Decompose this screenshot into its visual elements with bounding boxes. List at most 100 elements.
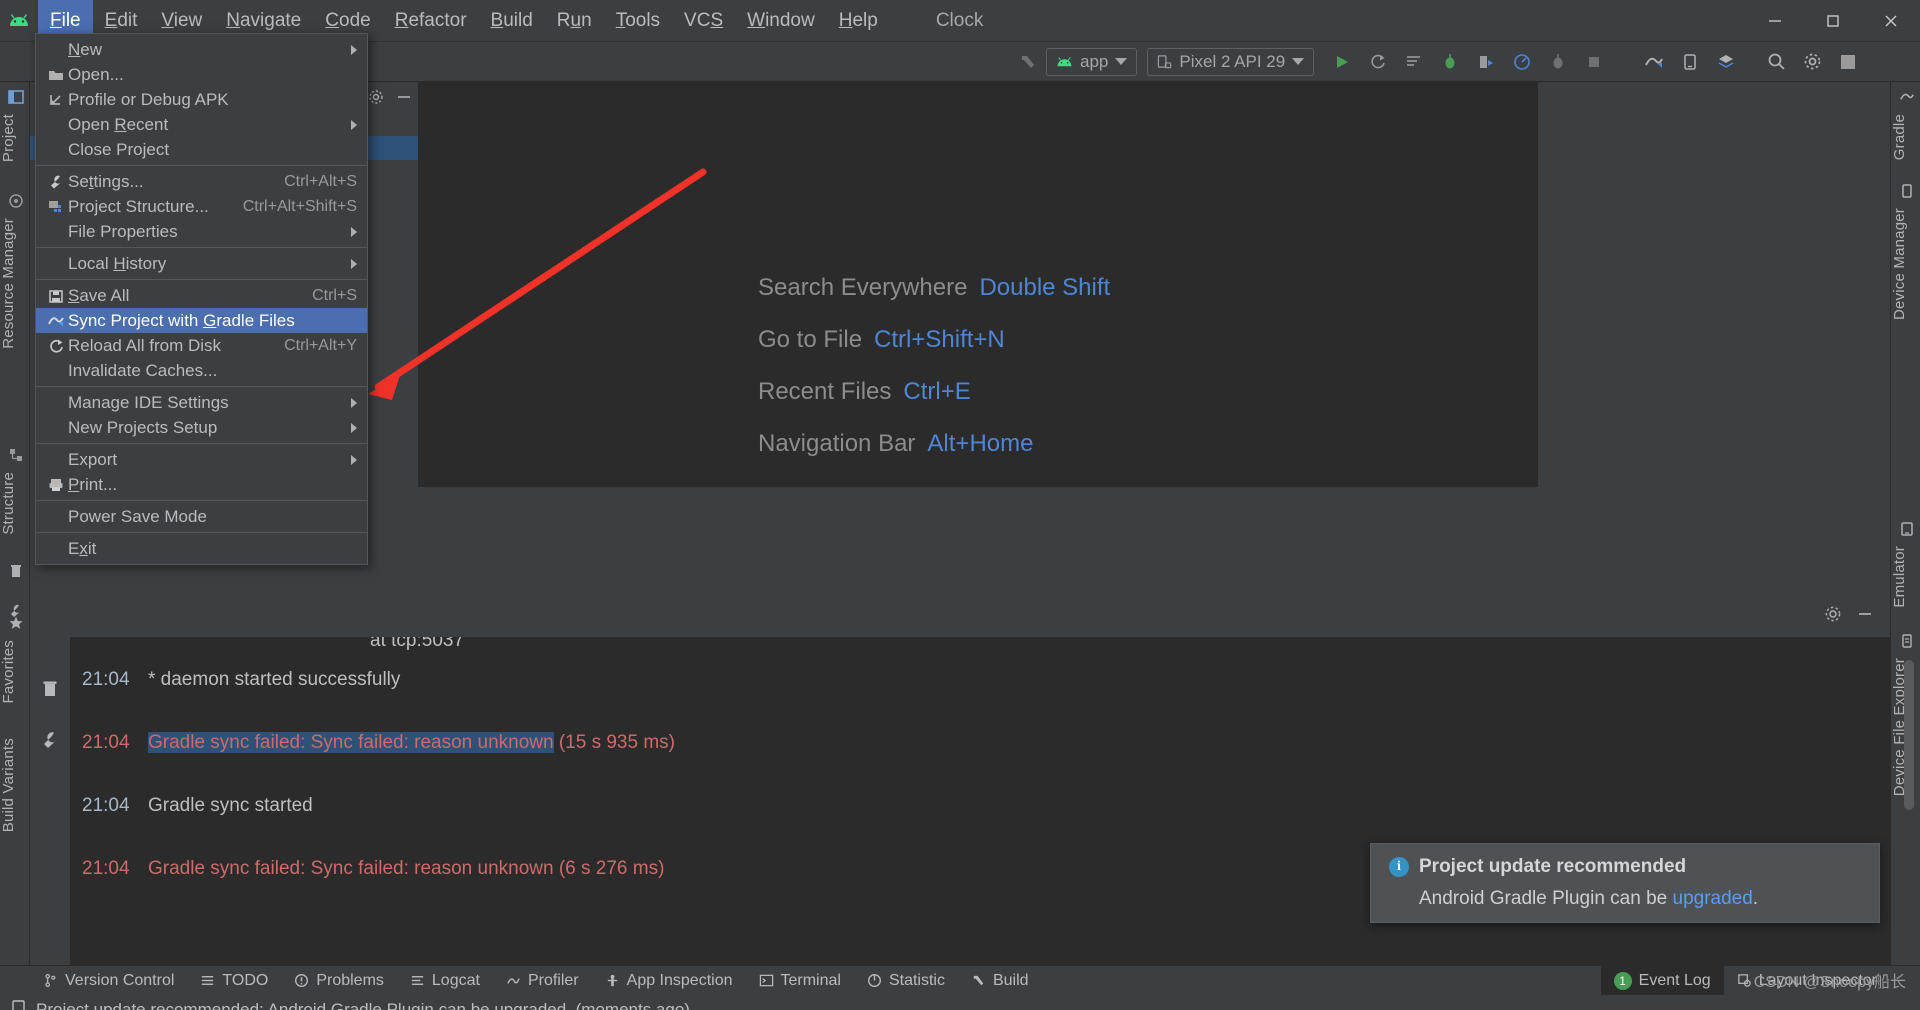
debug-icon[interactable] xyxy=(1433,47,1467,77)
project-settings-icon[interactable] xyxy=(368,89,384,110)
structure-icon[interactable] xyxy=(5,444,27,466)
sidebar-item-gradle[interactable]: Gradle xyxy=(1891,108,1920,166)
tool-window-profiler[interactable]: Profiler xyxy=(493,966,592,996)
device-manager-icon[interactable] xyxy=(1896,180,1918,202)
file-menu-item-project-structure[interactable]: Project Structure...Ctrl+Alt+Shift+S xyxy=(36,194,367,219)
tool-window-todo[interactable]: TODO xyxy=(187,966,281,996)
console-scrollbar-thumb[interactable] xyxy=(1904,660,1914,810)
device-file-explorer-icon[interactable] xyxy=(1896,630,1918,652)
wrench-icon[interactable] xyxy=(40,730,60,755)
left-tool-strip: Project Resource Manager Structure Favor… xyxy=(0,82,30,965)
file-menu-item-exit[interactable]: Exit xyxy=(36,536,367,561)
menu-refactor[interactable]: Refactor xyxy=(383,0,479,42)
project-panel-icon[interactable] xyxy=(5,86,27,108)
tool-window-statistic[interactable]: Statistic xyxy=(854,966,958,996)
build-settings-gear-icon[interactable] xyxy=(1824,605,1842,628)
reload-icon xyxy=(44,338,68,354)
avd-manager-icon[interactable] xyxy=(1673,47,1707,77)
tool-window-app-inspection[interactable]: App Inspection xyxy=(592,966,746,996)
menu-help[interactable]: Help xyxy=(827,0,890,42)
tool-window-version-control[interactable]: Version Control xyxy=(30,966,187,996)
terminal-icon xyxy=(759,973,774,988)
file-menu-item-export[interactable]: Export xyxy=(36,447,367,472)
sidebar-item-device-manager[interactable]: Device Manager xyxy=(1891,202,1920,326)
run-icon[interactable] xyxy=(1325,47,1359,77)
sync-gradle-icon[interactable] xyxy=(1637,47,1671,77)
file-menu-item-file-properties[interactable]: File Properties xyxy=(36,219,367,244)
sdk-manager-icon[interactable] xyxy=(1709,47,1743,77)
tool-window-build[interactable]: Build xyxy=(958,966,1042,996)
apply-changes-icon[interactable] xyxy=(1397,47,1431,77)
rerun-icon[interactable] xyxy=(1361,47,1395,77)
tool-window-event-log[interactable]: 1Event Log xyxy=(1601,966,1724,996)
file-menu-item-save-all[interactable]: Save AllCtrl+S xyxy=(36,283,367,308)
hammer-icon[interactable] xyxy=(1011,47,1045,77)
attach-debugger-icon[interactable] xyxy=(1469,47,1503,77)
menu-window[interactable]: Window xyxy=(735,0,827,42)
project-minimize-icon[interactable] xyxy=(396,89,412,110)
console-scrollbar[interactable] xyxy=(1904,660,1914,950)
log-message-selection[interactable]: Gradle sync failed: Sync failed: reason … xyxy=(148,732,554,753)
sidebar-item-emulator[interactable]: Emulator xyxy=(1891,540,1920,614)
close-button[interactable] xyxy=(1862,0,1920,42)
stop-icon[interactable] xyxy=(1577,47,1611,77)
shortcut-key: Ctrl+E xyxy=(903,378,970,406)
sidebar-item-resource-manager[interactable]: Resource Manager xyxy=(0,212,30,355)
android-head-icon xyxy=(1056,56,1073,68)
project-icon[interactable] xyxy=(1831,47,1865,77)
trash-icon[interactable] xyxy=(40,679,60,704)
file-menu-item-open[interactable]: Open... xyxy=(36,62,367,87)
file-menu-item-print[interactable]: Print... xyxy=(36,472,367,497)
file-menu-item-manage-ide-settings[interactable]: Manage IDE Settings xyxy=(36,390,367,415)
module-combo[interactable]: app xyxy=(1046,48,1137,76)
file-menu-item-label: Manage IDE Settings xyxy=(68,393,351,413)
file-menu-item-new[interactable]: New xyxy=(36,37,367,62)
file-menu-item-profile-or-debug-apk[interactable]: Profile or Debug APK xyxy=(36,87,367,112)
file-menu-item-label: Print... xyxy=(68,475,367,495)
search-icon[interactable] xyxy=(1759,47,1793,77)
balloon-upgrade-link[interactable]: upgraded xyxy=(1673,888,1753,909)
sidebar-item-structure[interactable]: Structure xyxy=(0,466,30,541)
todo-icon xyxy=(200,973,215,988)
status-bar-message-row[interactable]: Project update recommended: Android Grad… xyxy=(0,995,1920,1010)
device-combo[interactable]: Pixel 2 API 29 xyxy=(1147,48,1314,76)
sidebar-item-favorites[interactable]: Favorites xyxy=(0,634,30,710)
file-menu-item-local-history[interactable]: Local History xyxy=(36,251,367,276)
console-log-line[interactable]: 21:04* daemon started successfully xyxy=(70,669,1890,732)
file-menu-item-close-project[interactable]: Close Project xyxy=(36,137,367,162)
minimize-button[interactable] xyxy=(1746,0,1804,42)
notification-balloon[interactable]: i Project update recommended Android Gra… xyxy=(1370,843,1880,923)
file-menu-item-power-save-mode[interactable]: Power Save Mode xyxy=(36,504,367,529)
menu-run[interactable]: Run xyxy=(545,0,604,42)
menu-build[interactable]: Build xyxy=(479,0,545,42)
file-menu-item-sync-project-with-gradle-files[interactable]: Sync Project with Gradle Files xyxy=(36,308,367,333)
maximize-button[interactable] xyxy=(1804,0,1862,42)
log-message: Gradle sync failed: Sync failed: reason … xyxy=(148,858,664,880)
menu-vcs[interactable]: VCS xyxy=(672,0,735,42)
star-icon[interactable] xyxy=(5,612,27,634)
file-menu-item-shortcut: Ctrl+Alt+Shift+S xyxy=(243,198,367,216)
sidebar-item-build-variants[interactable]: Build Variants xyxy=(0,732,30,838)
file-menu-item-invalidate-caches[interactable]: Invalidate Caches... xyxy=(36,358,367,383)
gradle-icon[interactable] xyxy=(1896,86,1918,108)
trash-strip-icon[interactable] xyxy=(5,560,27,582)
file-menu-dropdown[interactable]: NewOpen...Profile or Debug APKOpen Recen… xyxy=(35,33,368,565)
tool-window-problems[interactable]: Problems xyxy=(281,966,397,996)
console-log-line[interactable]: 21:04Gradle sync failed: Sync failed: re… xyxy=(70,732,1890,795)
profile-icon[interactable] xyxy=(1505,47,1539,77)
chevron-down-icon xyxy=(1115,58,1127,65)
menu-tools[interactable]: Tools xyxy=(604,0,672,42)
tool-window-logcat[interactable]: Logcat xyxy=(397,966,493,996)
file-menu-item-reload-all-from-disk[interactable]: Reload All from DiskCtrl+Alt+Y xyxy=(36,333,367,358)
build-minimize-icon[interactable] xyxy=(1856,605,1874,628)
file-menu-item-open-recent[interactable]: Open Recent xyxy=(36,112,367,137)
tool-window-terminal[interactable]: Terminal xyxy=(746,966,854,996)
resource-manager-icon[interactable] xyxy=(5,190,27,212)
sidebar-item-project[interactable]: Project xyxy=(0,108,30,168)
stop-gradle-icon[interactable] xyxy=(1541,47,1575,77)
file-menu-item-new-projects-setup[interactable]: New Projects Setup xyxy=(36,415,367,440)
settings-gear-icon[interactable] xyxy=(1795,47,1829,77)
shortcut-label: Navigation Bar xyxy=(758,430,915,458)
file-menu-item-settings[interactable]: Settings...Ctrl+Alt+S xyxy=(36,169,367,194)
emulator-icon[interactable] xyxy=(1896,518,1918,540)
